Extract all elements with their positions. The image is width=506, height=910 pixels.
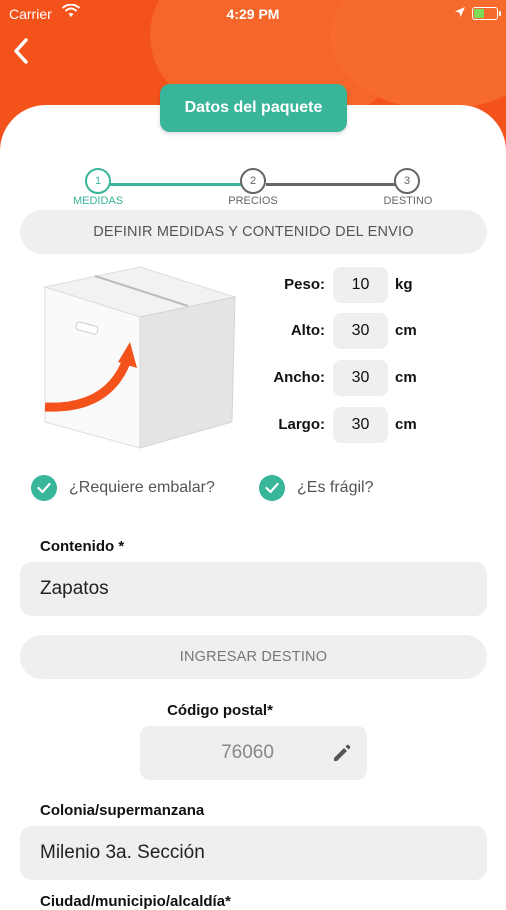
weight-input[interactable]: 10 (333, 267, 388, 303)
step-line-pending (266, 183, 396, 186)
section-header-destination: INGRESAR DESTINO (20, 635, 487, 679)
check-icon (31, 475, 57, 501)
step-3-label: DESTINO (383, 195, 433, 207)
packing-checkbox[interactable]: ¿Requiere embalar? (31, 475, 215, 501)
length-input[interactable]: 30 (333, 407, 388, 443)
city-label: Ciudad/municipio/alcaldía* (40, 893, 231, 910)
page-title: Datos del paquete (160, 84, 347, 132)
packing-label: ¿Requiere embalar? (69, 479, 215, 496)
width-row: Ancho: 30 cm (240, 360, 470, 396)
step-2-label: PRECIOS (228, 195, 278, 207)
width-label: Ancho: (273, 369, 325, 386)
colonia-label: Colonia/supermanzana (40, 802, 205, 819)
height-unit: cm (395, 322, 417, 339)
height-input[interactable]: 30 (333, 313, 388, 349)
weight-label: Peso: (284, 276, 325, 293)
chevron-left-icon (14, 38, 28, 64)
step-line-complete (110, 183, 253, 186)
step-2-circle[interactable]: 2 (240, 168, 266, 194)
colonia-input[interactable]: Milenio 3a. Sección (20, 826, 487, 880)
length-unit: cm (395, 416, 417, 433)
height-label: Alto: (290, 322, 325, 339)
step-1-circle[interactable]: 1 (85, 168, 111, 194)
step-1-label: MEDIDAS (72, 195, 124, 207)
postal-code-value: 76060 (221, 742, 274, 763)
width-input[interactable]: 30 (333, 360, 388, 396)
status-right (454, 5, 501, 21)
width-unit: cm (395, 369, 417, 386)
edit-pencil-icon[interactable] (331, 742, 353, 764)
package-box-illustration (40, 262, 240, 452)
postal-code-label: Código postal* (167, 702, 273, 719)
fragile-checkbox[interactable]: ¿Es frágil? (259, 475, 373, 501)
fragile-label: ¿Es frágil? (297, 479, 374, 496)
back-button[interactable] (8, 36, 38, 66)
content-label: Contenido * (40, 538, 125, 555)
weight-row: Peso: 10 kg (240, 267, 470, 303)
content-input[interactable]: Zapatos (20, 562, 487, 616)
battery-icon (472, 6, 501, 20)
section-header-measures: DEFINIR MEDIDAS Y CONTENIDO DEL ENVIO (20, 210, 487, 254)
length-row: Largo: 30 cm (240, 407, 470, 443)
location-arrow-icon (454, 5, 466, 21)
postal-code-field[interactable]: 76060 (140, 726, 367, 780)
height-row: Alto: 30 cm (240, 313, 470, 349)
clock: 4:29 PM (226, 6, 280, 22)
length-label: Largo: (278, 416, 325, 433)
check-icon (259, 475, 285, 501)
weight-unit: kg (395, 276, 413, 293)
status-bar: Carrier 4:29 PM (0, 0, 506, 28)
step-3-circle[interactable]: 3 (394, 168, 420, 194)
stepper: 1 2 3 MEDIDAS PRECIOS DESTINO (0, 155, 506, 210)
